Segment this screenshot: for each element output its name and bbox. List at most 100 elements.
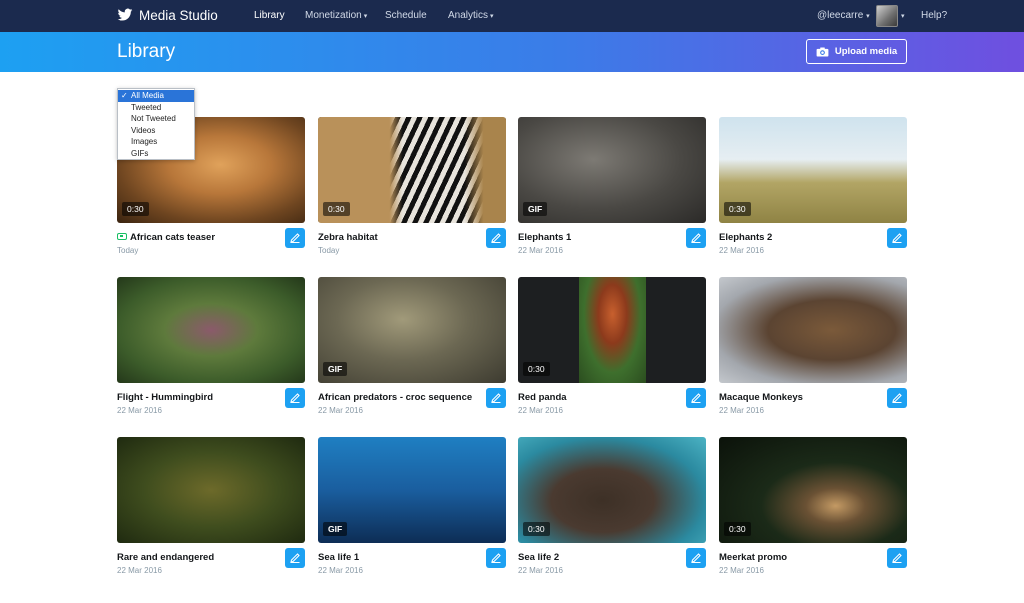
- edit-media-button[interactable]: [887, 388, 907, 408]
- help-link[interactable]: Help?: [921, 10, 947, 21]
- nav-item-label: Schedule: [385, 10, 427, 21]
- media-thumbnail[interactable]: 0:30: [518, 277, 706, 383]
- media-date: 22 Mar 2016: [518, 246, 563, 255]
- page-header: Library Upload media: [0, 32, 1024, 72]
- media-thumbnail[interactable]: 0:30: [518, 437, 706, 543]
- edit-media-button[interactable]: [486, 228, 506, 248]
- pencil-icon: [491, 553, 501, 564]
- duration-badge: 0:30: [523, 362, 550, 376]
- edit-media-button[interactable]: [887, 228, 907, 248]
- nav-item-schedule[interactable]: Schedule: [385, 10, 427, 21]
- filter-option-gifs[interactable]: GIFs: [118, 148, 194, 160]
- media-card[interactable]: GIF African predators - croc sequence 22…: [318, 277, 506, 427]
- media-card[interactable]: 0:30 Sea life 2 22 Mar 2016: [518, 437, 706, 587]
- edit-media-button[interactable]: [486, 548, 506, 568]
- gif-badge: GIF: [323, 522, 348, 536]
- media-thumbnail[interactable]: [117, 437, 305, 543]
- page-title: Library: [117, 41, 176, 62]
- nav-item-label: Library: [254, 10, 285, 21]
- media-title: African predators - croc sequence: [318, 392, 473, 403]
- edit-media-button[interactable]: [686, 388, 706, 408]
- edit-media-button[interactable]: [285, 388, 305, 408]
- media-card[interactable]: GIF Elephants 1 22 Mar 2016: [518, 117, 706, 267]
- media-thumbnail[interactable]: 0:30: [719, 117, 907, 223]
- media-card[interactable]: Flight - Hummingbird 22 Mar 2016: [117, 277, 305, 427]
- nav-item-analytics[interactable]: Analytics ▾: [448, 10, 494, 21]
- pencil-icon: [892, 393, 902, 404]
- media-title: Sea life 2: [518, 552, 560, 563]
- media-title: Zebra habitat: [318, 232, 378, 243]
- tweeted-icon: [117, 233, 127, 240]
- chevron-down-icon[interactable]: ▾: [901, 12, 905, 20]
- media-thumbnail[interactable]: 0:30: [719, 437, 907, 543]
- filter-option-label: All Media: [131, 91, 164, 100]
- media-date: 22 Mar 2016: [518, 566, 563, 575]
- pencil-icon: [290, 233, 300, 244]
- duration-badge: 0:30: [122, 202, 149, 216]
- edit-media-button[interactable]: [486, 388, 506, 408]
- filter-option-label: GIFs: [131, 148, 149, 158]
- media-thumbnail[interactable]: 0:30: [318, 117, 506, 223]
- nav-item-label: Monetization: [305, 10, 362, 21]
- filter-option-tweeted[interactable]: Tweeted: [118, 102, 194, 114]
- top-nav: Media Studio Library Monetization ▾ Sche…: [0, 0, 1024, 32]
- media-date: Today: [117, 246, 139, 255]
- filter-option-images[interactable]: Images: [118, 136, 194, 148]
- filter-option-not-tweeted[interactable]: Not Tweeted: [118, 113, 194, 125]
- avatar[interactable]: [876, 5, 898, 27]
- user-menu[interactable]: @leecarre ▾: [817, 10, 870, 21]
- media-date: 22 Mar 2016: [719, 406, 764, 415]
- media-filter-dropdown[interactable]: ✓ All Media Tweeted Not Tweeted Videos I…: [117, 88, 195, 160]
- pencil-icon: [892, 233, 902, 244]
- media-thumbnail[interactable]: GIF: [318, 277, 506, 383]
- media-thumbnail[interactable]: GIF: [518, 117, 706, 223]
- nav-item-library[interactable]: Library: [254, 10, 285, 21]
- media-card[interactable]: 0:30 Elephants 2 22 Mar 2016: [719, 117, 907, 267]
- edit-media-button[interactable]: [285, 228, 305, 248]
- media-date: 22 Mar 2016: [318, 406, 363, 415]
- upload-media-label: Upload media: [834, 46, 898, 57]
- filter-option-label: Tweeted: [131, 102, 162, 112]
- media-title: Red panda: [518, 392, 567, 403]
- pencil-icon: [691, 393, 701, 404]
- media-title: Meerkat promo: [719, 552, 788, 563]
- media-thumbnail[interactable]: GIF: [318, 437, 506, 543]
- media-title: Rare and endangered: [117, 552, 215, 563]
- media-thumbnail[interactable]: [719, 277, 907, 383]
- edit-media-button[interactable]: [686, 548, 706, 568]
- filter-option-all-media[interactable]: ✓ All Media: [118, 90, 194, 102]
- media-card[interactable]: 0:30 Red panda 22 Mar 2016: [518, 277, 706, 427]
- brand-name: Media Studio: [139, 7, 218, 23]
- edit-media-button[interactable]: [285, 548, 305, 568]
- media-title: Elephants 2: [719, 232, 773, 243]
- media-card[interactable]: GIF Sea life 1 22 Mar 2016: [318, 437, 506, 587]
- nav-item-label: Analytics: [448, 10, 489, 21]
- duration-badge: 0:30: [724, 522, 751, 536]
- edit-media-button[interactable]: [887, 548, 907, 568]
- media-thumbnail[interactable]: [117, 277, 305, 383]
- duration-badge: 0:30: [523, 522, 550, 536]
- media-card[interactable]: 0:30 Zebra habitat Today: [318, 117, 506, 267]
- pencil-icon: [290, 393, 300, 404]
- media-date: 22 Mar 2016: [318, 566, 363, 575]
- media-title: Elephants 1: [518, 232, 572, 243]
- media-card[interactable]: 0:30 Meerkat promo 22 Mar 2016: [719, 437, 907, 587]
- brand[interactable]: Media Studio: [117, 7, 218, 23]
- media-date: 22 Mar 2016: [719, 246, 764, 255]
- pencil-icon: [290, 553, 300, 564]
- chevron-down-icon: ▾: [490, 12, 494, 20]
- media-date: 22 Mar 2016: [719, 566, 764, 575]
- pencil-icon: [691, 553, 701, 564]
- nav-item-monetization[interactable]: Monetization ▾: [305, 10, 367, 21]
- media-title-text: African cats teaser: [130, 232, 216, 243]
- pencil-icon: [892, 553, 902, 564]
- upload-media-button[interactable]: Upload media: [806, 39, 907, 64]
- media-card[interactable]: Rare and endangered 22 Mar 2016: [117, 437, 305, 587]
- pencil-icon: [491, 393, 501, 404]
- media-date: Today: [318, 246, 340, 255]
- media-title: Flight - Hummingbird: [117, 392, 214, 403]
- media-date: 22 Mar 2016: [117, 406, 162, 415]
- edit-media-button[interactable]: [686, 228, 706, 248]
- media-card[interactable]: Macaque Monkeys 22 Mar 2016: [719, 277, 907, 427]
- filter-option-videos[interactable]: Videos: [118, 125, 194, 137]
